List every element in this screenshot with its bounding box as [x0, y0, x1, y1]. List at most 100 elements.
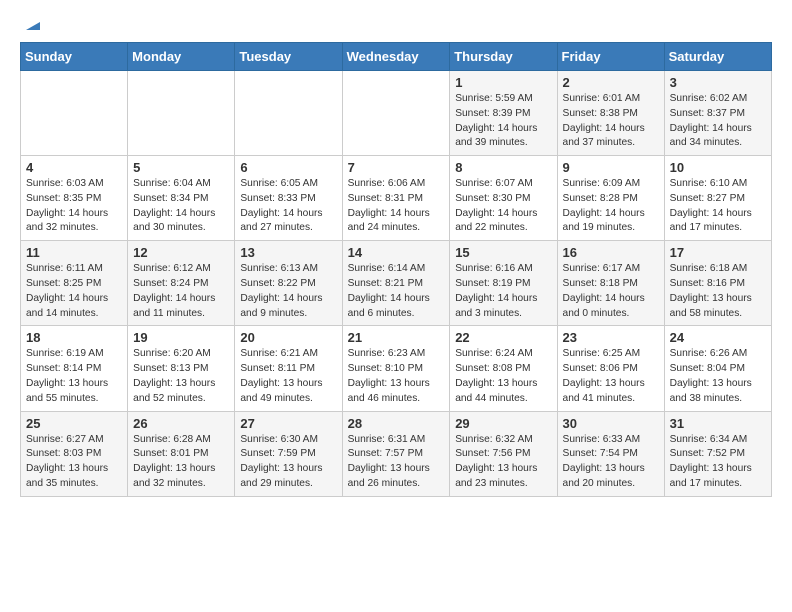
column-header-monday: Monday — [128, 43, 235, 71]
day-info: Sunrise: 6:24 AMSunset: 8:08 PMDaylight:… — [455, 347, 551, 406]
day-number: 20 — [240, 330, 336, 345]
calendar-cell: 29 Sunrise: 6:32 AMSunset: 7:56 PMDayligh… — [450, 411, 557, 496]
column-header-friday: Friday — [557, 43, 664, 71]
calendar-table: SundayMondayTuesdayWednesdayThursdayFrid… — [20, 42, 772, 497]
calendar-header-row: SundayMondayTuesdayWednesdayThursdayFrid… — [21, 43, 772, 71]
day-number: 17 — [670, 245, 766, 260]
day-number: 4 — [26, 160, 122, 175]
calendar-cell: 2 Sunrise: 6:01 AMSunset: 8:38 PMDaylight… — [557, 71, 664, 156]
day-number: 13 — [240, 245, 336, 260]
calendar-row-4: 18 Sunrise: 6:19 AMSunset: 8:14 PMDayligh… — [21, 326, 772, 411]
calendar-cell: 6 Sunrise: 6:05 AMSunset: 8:33 PMDaylight… — [235, 156, 342, 241]
day-info: Sunrise: 6:32 AMSunset: 7:56 PMDaylight:… — [455, 433, 551, 492]
day-info: Sunrise: 6:03 AMSunset: 8:35 PMDaylight:… — [26, 177, 122, 236]
day-number: 27 — [240, 416, 336, 431]
day-number: 1 — [455, 75, 551, 90]
calendar-cell: 22 Sunrise: 6:24 AMSunset: 8:08 PMDayligh… — [450, 326, 557, 411]
day-info: Sunrise: 6:01 AMSunset: 8:38 PMDaylight:… — [563, 92, 659, 151]
calendar-cell — [21, 71, 128, 156]
day-number: 9 — [563, 160, 659, 175]
day-info: Sunrise: 6:26 AMSunset: 8:04 PMDaylight:… — [670, 347, 766, 406]
column-header-saturday: Saturday — [664, 43, 771, 71]
calendar-cell: 5 Sunrise: 6:04 AMSunset: 8:34 PMDaylight… — [128, 156, 235, 241]
day-number: 15 — [455, 245, 551, 260]
day-number: 5 — [133, 160, 229, 175]
page-header — [20, 16, 772, 34]
calendar-cell: 27 Sunrise: 6:30 AMSunset: 7:59 PMDayligh… — [235, 411, 342, 496]
day-number: 23 — [563, 330, 659, 345]
day-number: 16 — [563, 245, 659, 260]
calendar-cell: 21 Sunrise: 6:23 AMSunset: 8:10 PMDayligh… — [342, 326, 450, 411]
calendar-cell: 20 Sunrise: 6:21 AMSunset: 8:11 PMDayligh… — [235, 326, 342, 411]
day-number: 11 — [26, 245, 122, 260]
day-info: Sunrise: 6:30 AMSunset: 7:59 PMDaylight:… — [240, 433, 336, 492]
calendar-cell — [342, 71, 450, 156]
day-info: Sunrise: 6:09 AMSunset: 8:28 PMDaylight:… — [563, 177, 659, 236]
calendar-cell: 16 Sunrise: 6:17 AMSunset: 8:18 PMDayligh… — [557, 241, 664, 326]
calendar-cell: 28 Sunrise: 6:31 AMSunset: 7:57 PMDayligh… — [342, 411, 450, 496]
day-number: 10 — [670, 160, 766, 175]
day-info: Sunrise: 6:04 AMSunset: 8:34 PMDaylight:… — [133, 177, 229, 236]
day-info: Sunrise: 5:59 AMSunset: 8:39 PMDaylight:… — [455, 92, 551, 151]
calendar-cell: 9 Sunrise: 6:09 AMSunset: 8:28 PMDaylight… — [557, 156, 664, 241]
calendar-cell: 24Sunrise: 6:26 AMSunset: 8:04 PMDayligh… — [664, 326, 771, 411]
day-info: Sunrise: 6:23 AMSunset: 8:10 PMDaylight:… — [348, 347, 445, 406]
calendar-cell: 7 Sunrise: 6:06 AMSunset: 8:31 PMDaylight… — [342, 156, 450, 241]
calendar-cell: 26 Sunrise: 6:28 AMSunset: 8:01 PMDayligh… — [128, 411, 235, 496]
calendar-cell: 31Sunrise: 6:34 AMSunset: 7:52 PMDayligh… — [664, 411, 771, 496]
calendar-cell: 17 Sunrise: 6:18 AMSunset: 8:16 PMDayligh… — [664, 241, 771, 326]
day-info: Sunrise: 6:16 AMSunset: 8:19 PMDaylight:… — [455, 262, 551, 321]
day-number: 7 — [348, 160, 445, 175]
day-info: Sunrise: 6:18 AMSunset: 8:16 PMDaylight:… — [670, 262, 766, 321]
day-number: 26 — [133, 416, 229, 431]
day-number: 6 — [240, 160, 336, 175]
day-info: Sunrise: 6:20 AMSunset: 8:13 PMDaylight:… — [133, 347, 229, 406]
day-info: Sunrise: 6:33 AMSunset: 7:54 PMDaylight:… — [563, 433, 659, 492]
day-number: 18 — [26, 330, 122, 345]
day-info: Sunrise: 6:21 AMSunset: 8:11 PMDaylight:… — [240, 347, 336, 406]
day-info: Sunrise: 6:05 AMSunset: 8:33 PMDaylight:… — [240, 177, 336, 236]
calendar-cell: 1 Sunrise: 5:59 AMSunset: 8:39 PMDaylight… — [450, 71, 557, 156]
day-number: 14 — [348, 245, 445, 260]
day-info: Sunrise: 6:14 AMSunset: 8:21 PMDaylight:… — [348, 262, 445, 321]
calendar-cell: 11 Sunrise: 6:11 AMSunset: 8:25 PMDayligh… — [21, 241, 128, 326]
calendar-cell: 18 Sunrise: 6:19 AMSunset: 8:14 PMDayligh… — [21, 326, 128, 411]
day-info: Sunrise: 6:17 AMSunset: 8:18 PMDaylight:… — [563, 262, 659, 321]
calendar-row-1: 1 Sunrise: 5:59 AMSunset: 8:39 PMDaylight… — [21, 71, 772, 156]
day-number: 30 — [563, 416, 659, 431]
day-number: 31 — [670, 416, 766, 431]
calendar-cell: 10 Sunrise: 6:10 AMSunset: 8:27 PMDayligh… — [664, 156, 771, 241]
day-info: Sunrise: 6:27 AMSunset: 8:03 PMDaylight:… — [26, 433, 122, 492]
column-header-wednesday: Wednesday — [342, 43, 450, 71]
column-header-thursday: Thursday — [450, 43, 557, 71]
day-number: 21 — [348, 330, 445, 345]
day-info: Sunrise: 6:07 AMSunset: 8:30 PMDaylight:… — [455, 177, 551, 236]
day-number: 2 — [563, 75, 659, 90]
calendar-row-5: 25Sunrise: 6:27 AMSunset: 8:03 PMDayligh… — [21, 411, 772, 496]
calendar-row-2: 4 Sunrise: 6:03 AMSunset: 8:35 PMDaylight… — [21, 156, 772, 241]
logo — [20, 16, 42, 34]
calendar-cell: 12 Sunrise: 6:12 AMSunset: 8:24 PMDayligh… — [128, 241, 235, 326]
day-number: 19 — [133, 330, 229, 345]
day-info: Sunrise: 6:10 AMSunset: 8:27 PMDaylight:… — [670, 177, 766, 236]
calendar-cell: 15 Sunrise: 6:16 AMSunset: 8:19 PMDayligh… — [450, 241, 557, 326]
calendar-row-3: 11 Sunrise: 6:11 AMSunset: 8:25 PMDayligh… — [21, 241, 772, 326]
calendar-cell: 8Sunrise: 6:07 AMSunset: 8:30 PMDaylight… — [450, 156, 557, 241]
day-info: Sunrise: 6:19 AMSunset: 8:14 PMDaylight:… — [26, 347, 122, 406]
day-number: 29 — [455, 416, 551, 431]
calendar-cell — [235, 71, 342, 156]
calendar-cell: 19 Sunrise: 6:20 AMSunset: 8:13 PMDayligh… — [128, 326, 235, 411]
day-info: Sunrise: 6:28 AMSunset: 8:01 PMDaylight:… — [133, 433, 229, 492]
day-info: Sunrise: 6:31 AMSunset: 7:57 PMDaylight:… — [348, 433, 445, 492]
logo-triangle-icon — [22, 14, 42, 34]
day-info: Sunrise: 6:11 AMSunset: 8:25 PMDaylight:… — [26, 262, 122, 321]
calendar-cell: 14 Sunrise: 6:14 AMSunset: 8:21 PMDayligh… — [342, 241, 450, 326]
day-number: 22 — [455, 330, 551, 345]
calendar-cell: 30 Sunrise: 6:33 AMSunset: 7:54 PMDayligh… — [557, 411, 664, 496]
calendar-cell — [128, 71, 235, 156]
day-number: 12 — [133, 245, 229, 260]
day-info: Sunrise: 6:12 AMSunset: 8:24 PMDaylight:… — [133, 262, 229, 321]
day-number: 28 — [348, 416, 445, 431]
day-info: Sunrise: 6:06 AMSunset: 8:31 PMDaylight:… — [348, 177, 445, 236]
day-number: 3 — [670, 75, 766, 90]
